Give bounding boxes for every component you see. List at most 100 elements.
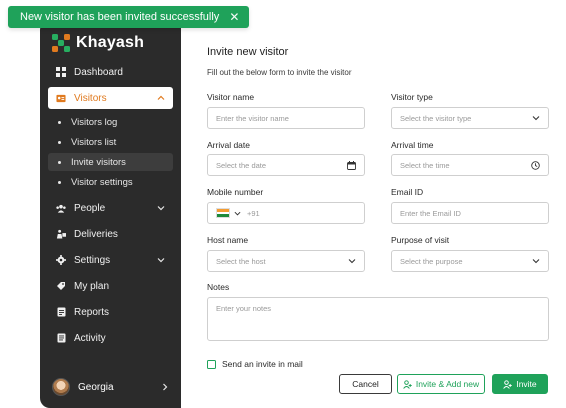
sidebar-subitem-label: Visitor settings	[71, 176, 133, 188]
sidebar-item-label: People	[74, 202, 106, 214]
chevron-up-icon	[157, 95, 165, 100]
sidebar-subitem-label: Visitors list	[71, 136, 117, 148]
sidebar-item-my-plan[interactable]: My plan	[48, 275, 173, 297]
user-add-icon	[503, 379, 513, 389]
send-invite-checkbox[interactable]	[207, 359, 216, 369]
notes-placeholder: Enter your notes	[216, 304, 272, 313]
invite-add-new-label: Invite & Add new	[415, 379, 480, 389]
notes-label: Notes	[207, 282, 230, 292]
sidebar-item-label: Activity	[74, 332, 106, 344]
deliveries-icon	[56, 229, 66, 239]
sidebar-item-label: Visitors	[74, 92, 107, 104]
sidebar-item-dashboard[interactable]: Dashboard	[48, 61, 173, 83]
host-select[interactable]: Select the host	[207, 250, 365, 272]
chevron-down-icon	[532, 257, 540, 265]
arrival-time-picker[interactable]: Select the time	[391, 154, 549, 176]
bullet-icon	[58, 120, 61, 124]
notes-textarea[interactable]: Enter your notes	[207, 297, 549, 341]
sidebar-item-deliveries[interactable]: Deliveries	[48, 223, 173, 245]
people-icon	[56, 203, 66, 213]
sidebar-item-label: Settings	[74, 254, 111, 266]
bullet-icon	[58, 140, 61, 144]
activity-icon	[56, 333, 66, 343]
india-flag-icon[interactable]	[216, 208, 230, 218]
brand-logo: Khayash	[52, 34, 144, 52]
user-menu[interactable]: Georgia	[48, 376, 173, 398]
tag-icon	[56, 281, 66, 291]
bullet-icon	[58, 160, 61, 164]
arrival-time-placeholder: Select the time	[400, 160, 450, 170]
send-invite-option[interactable]: Send an invite in mail	[207, 359, 303, 369]
email-field[interactable]: Enter the Email ID	[391, 202, 549, 224]
sidebar-item-label: Deliveries	[74, 228, 118, 240]
send-invite-label: Send an invite in mail	[222, 359, 303, 369]
sidebar-subitem-visitor-settings[interactable]: Visitor settings	[48, 173, 173, 191]
purpose-select[interactable]: Select the purpose	[391, 250, 549, 272]
arrival-date-picker[interactable]: Select the date	[207, 154, 365, 176]
mobile-number-label: Mobile number	[207, 187, 264, 197]
close-icon[interactable]: ✕	[229, 10, 239, 24]
arrival-date-label: Arrival date	[207, 140, 250, 150]
purpose-placeholder: Select the purpose	[400, 256, 463, 266]
toast-message: New visitor has been invited successfull…	[20, 11, 220, 23]
invite-button-label: Invite	[516, 379, 537, 389]
sidebar-item-settings[interactable]: Settings	[48, 249, 173, 271]
visitor-name-input[interactable]: Enter the visitor name	[207, 107, 365, 129]
invite-form-panel: Invite new visitor Fill out the below fo…	[181, 20, 566, 408]
arrival-time-label: Arrival time	[391, 140, 434, 150]
visitor-name-placeholder: Enter the visitor name	[216, 113, 289, 123]
dashboard-icon	[56, 67, 66, 77]
visitor-card-icon	[56, 93, 66, 103]
sidebar-subitem-label: Visitors log	[71, 116, 118, 128]
cancel-button[interactable]: Cancel	[339, 374, 392, 394]
sidebar-subitem-invite-visitors[interactable]: Invite visitors	[48, 153, 173, 171]
host-placeholder: Select the host	[216, 256, 266, 266]
sidebar-item-label: My plan	[74, 280, 110, 292]
sidebar-subitem-label: Invite visitors	[71, 156, 126, 168]
chevron-down-icon	[348, 257, 356, 265]
user-name: Georgia	[78, 381, 114, 393]
sidebar-subitem-visitors-log[interactable]: Visitors log	[48, 113, 173, 131]
success-toast: New visitor has been invited successfull…	[8, 6, 250, 28]
sidebar-item-label: Dashboard	[74, 66, 123, 78]
invite-add-new-button[interactable]: Invite & Add new	[397, 374, 485, 394]
chevron-right-icon	[163, 383, 168, 391]
visitor-type-select[interactable]: Select the visitor type	[391, 107, 549, 129]
sidebar-item-activity[interactable]: Activity	[48, 327, 173, 349]
sidebar-item-people[interactable]: People	[48, 197, 173, 219]
chevron-down-icon	[157, 258, 165, 263]
page-subtitle: Fill out the below form to invite the vi…	[207, 68, 352, 77]
sidebar-item-reports[interactable]: Reports	[48, 301, 173, 323]
chevron-down-icon	[532, 114, 540, 122]
invite-button[interactable]: Invite	[492, 374, 548, 394]
visitor-name-label: Visitor name	[207, 92, 255, 102]
arrival-date-placeholder: Select the date	[216, 160, 267, 170]
country-code: +91	[247, 208, 260, 218]
email-label: Email ID	[391, 187, 424, 197]
sidebar-item-visitors[interactable]: Visitors	[48, 87, 173, 109]
host-name-label: Host name	[207, 235, 249, 245]
user-add-icon	[403, 379, 412, 389]
sidebar-subitem-visitors-list[interactable]: Visitors list	[48, 133, 173, 151]
sidebar: Khayash Dashboard Visitors Visitors log …	[40, 20, 181, 408]
avatar	[52, 378, 70, 396]
mobile-number-input[interactable]: +91	[207, 202, 365, 224]
sidebar-nav: Dashboard Visitors Visitors log Visitors…	[48, 61, 173, 353]
cancel-button-label: Cancel	[352, 379, 379, 389]
gear-icon	[56, 255, 66, 265]
app-window: Khayash Dashboard Visitors Visitors log …	[40, 20, 566, 408]
bullet-icon	[58, 180, 61, 184]
purpose-label: Purpose of visit	[391, 235, 450, 245]
visitor-type-placeholder: Select the visitor type	[400, 113, 472, 123]
page-title: Invite new visitor	[207, 46, 289, 58]
email-placeholder: Enter the Email ID	[400, 208, 461, 218]
reports-icon	[56, 307, 66, 317]
chevron-down-icon[interactable]	[234, 210, 241, 217]
calendar-icon	[347, 160, 356, 170]
clock-icon	[531, 160, 540, 170]
chevron-down-icon	[157, 206, 165, 211]
logo-mark-icon	[52, 34, 70, 52]
visitor-type-label: Visitor type	[391, 92, 433, 102]
sidebar-item-label: Reports	[74, 306, 110, 318]
brand-name: Khayash	[76, 34, 145, 51]
